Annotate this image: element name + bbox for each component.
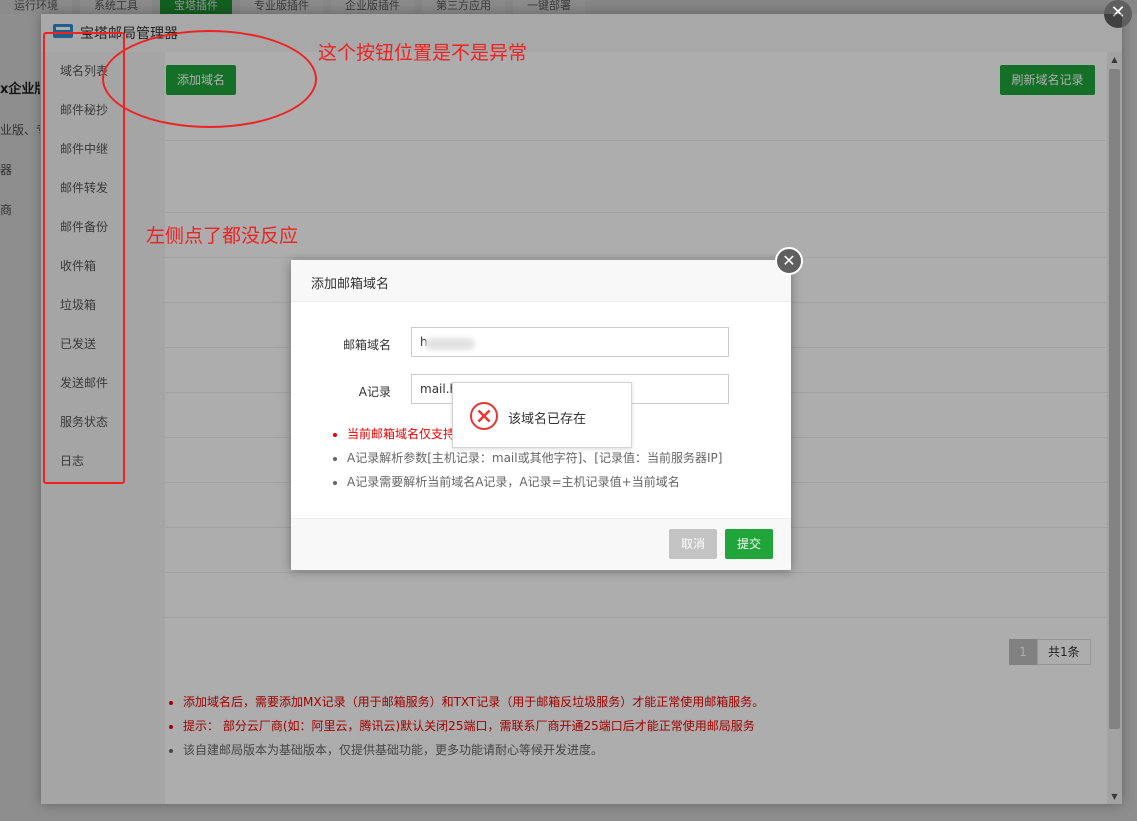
- annotation-ellipse: [102, 30, 317, 128]
- dialog-close-button[interactable]: ✕: [775, 247, 803, 275]
- annotation-rectangle: [43, 32, 125, 484]
- dialog-title: 添加邮箱域名: [311, 277, 390, 292]
- dialog-titlebar: 添加邮箱域名: [291, 260, 791, 302]
- annotation-button-note: 这个按钮位置是不是异常: [318, 42, 528, 64]
- error-toast: 该域名已存在: [452, 382, 632, 448]
- cancel-button[interactable]: 取消: [669, 529, 717, 559]
- dialog-footer: 取消 提交: [291, 518, 791, 570]
- annotation-sidebar-note: 左侧点了都没反应: [146, 225, 299, 247]
- dialog-note-item: A记录需要解析当前域名A记录，A记录=主机记录值+当前域名: [347, 470, 769, 494]
- domain-field-label: 邮箱域名: [342, 338, 391, 352]
- a-record-field-label: A记录: [358, 385, 391, 399]
- redacted-blur: [425, 338, 475, 350]
- dialog-note-item: A记录解析参数[主机记录：mail或其他字符]、[记录值：当前服务器IP]: [347, 446, 769, 470]
- toast-message: 该域名已存在: [508, 412, 587, 427]
- submit-button[interactable]: 提交: [725, 529, 773, 559]
- error-circle-icon: [469, 401, 499, 434]
